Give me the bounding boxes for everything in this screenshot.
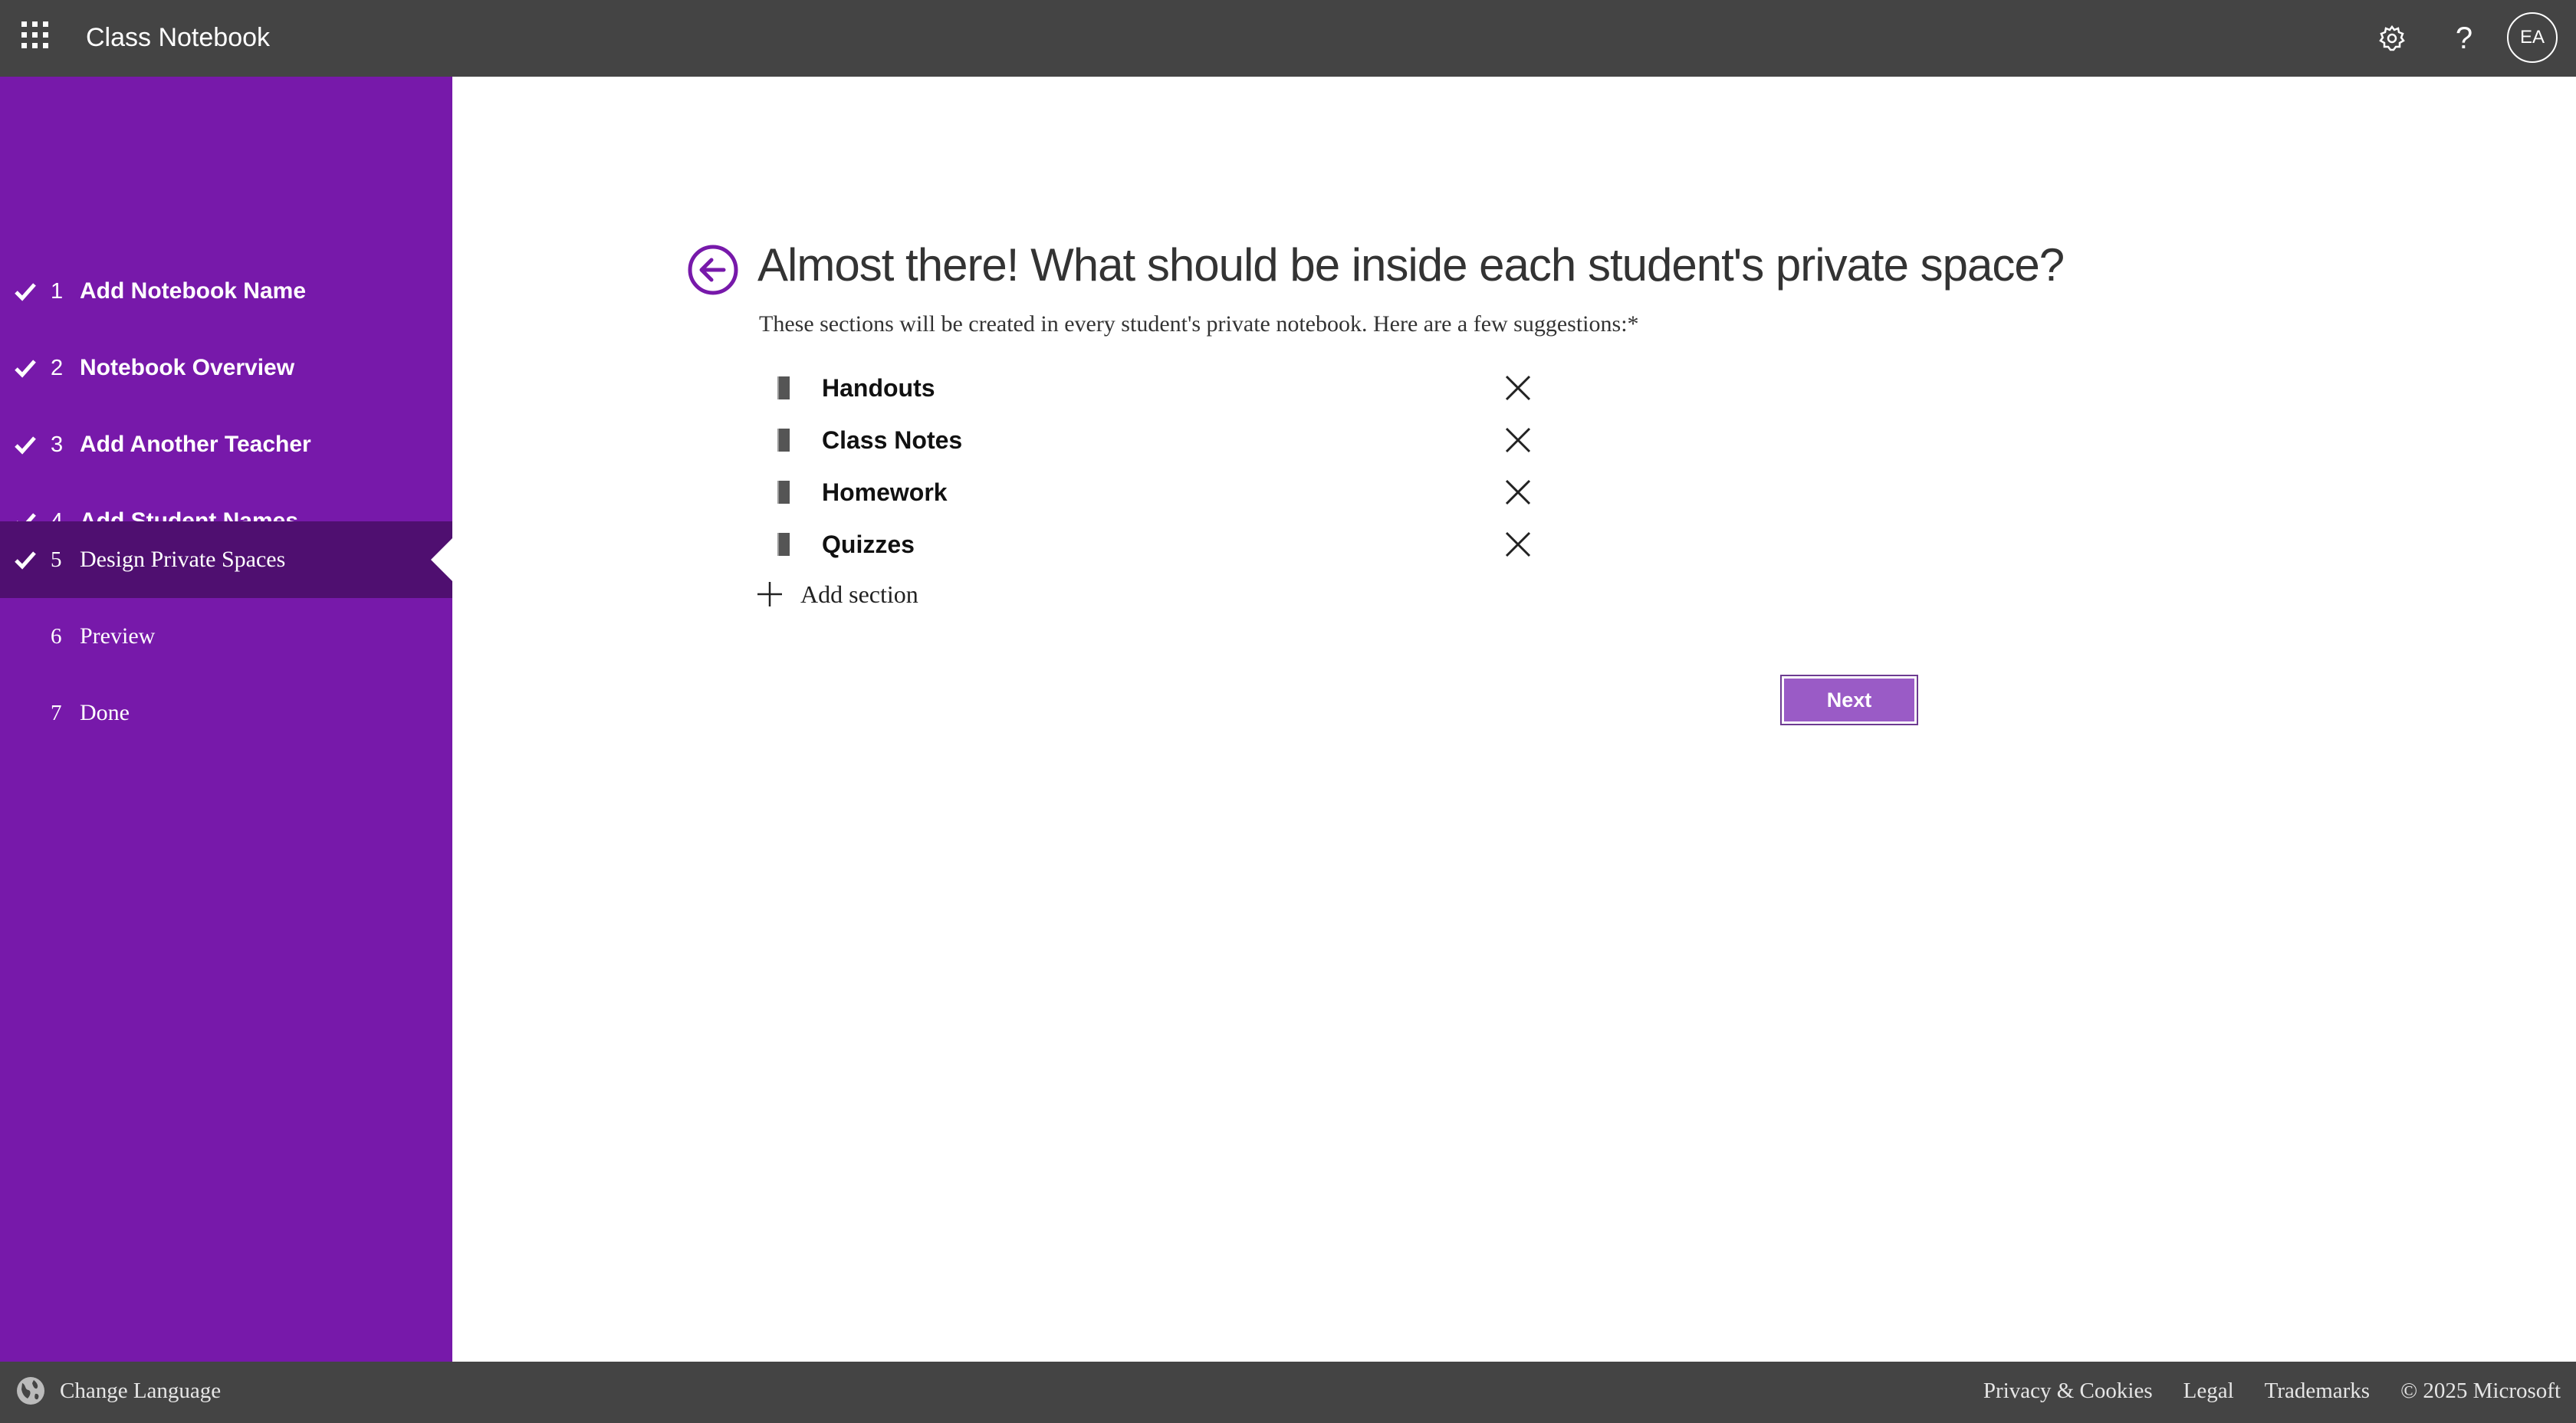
step-number: 1	[51, 278, 64, 304]
app-title: Class Notebook	[86, 23, 271, 52]
step-number: 5	[51, 547, 62, 572]
checkmark-icon	[0, 330, 51, 406]
drag-handle-icon[interactable]	[777, 533, 790, 556]
plus-icon	[757, 582, 782, 606]
step-add-another-teacher[interactable]: 3 Add Another Teacher	[0, 406, 452, 483]
step-label: Notebook Overview	[80, 355, 295, 380]
wizard-sidebar: 1 Add Notebook Name 2 Notebook Overview …	[0, 77, 452, 1362]
checkmark-icon	[0, 253, 51, 330]
copyright-text: © 2025 Microsoft	[2400, 1379, 2561, 1403]
section-name[interactable]: Handouts	[822, 374, 935, 403]
step-preview[interactable]: 6 Preview	[0, 598, 452, 675]
back-arrow-icon[interactable]	[687, 244, 739, 296]
drag-handle-icon[interactable]	[777, 429, 790, 452]
section-name[interactable]: Quizzes	[822, 531, 915, 559]
checkmark-icon	[0, 406, 51, 483]
help-glyph: ?	[2455, 21, 2473, 55]
close-icon[interactable]	[1499, 473, 1537, 511]
footer-links: Privacy & Cookies Legal Trademarks © 202…	[1953, 1379, 2561, 1404]
section-row: Quizzes	[774, 520, 1541, 569]
section-row: Handouts	[774, 363, 1541, 412]
globe-icon	[17, 1377, 44, 1405]
section-name[interactable]: Homework	[822, 478, 948, 507]
instructions-text: These sections will be created in every …	[759, 311, 1639, 337]
page-heading: Almost there! What should be inside each…	[757, 239, 2065, 291]
step-label: Design Private Spaces	[80, 547, 286, 572]
step-number: 3	[51, 432, 64, 457]
next-button[interactable]: Next	[1780, 675, 1918, 725]
close-icon[interactable]	[1499, 525, 1537, 564]
drag-handle-icon[interactable]	[777, 481, 790, 504]
checkmark-icon	[0, 521, 51, 598]
footer: Change Language Privacy & Cookies Legal …	[0, 1362, 2576, 1423]
change-language-label: Change Language	[60, 1378, 222, 1403]
drag-handle-icon[interactable]	[777, 376, 790, 399]
app-launcher-icon[interactable]	[21, 21, 49, 49]
step-label: Add Another Teacher	[80, 432, 311, 457]
gear-icon[interactable]	[2369, 15, 2415, 61]
step-number: 6	[51, 623, 62, 649]
step-label: Done	[80, 700, 130, 725]
step-number: 2	[51, 355, 64, 380]
privacy-cookies-link[interactable]: Privacy & Cookies	[1983, 1379, 2153, 1404]
step-done[interactable]: 7 Done	[0, 675, 452, 751]
step-notebook-overview[interactable]: 2 Notebook Overview	[0, 330, 452, 406]
step-design-private-spaces[interactable]: 5 Design Private Spaces	[0, 521, 452, 598]
step-number: 7	[51, 700, 62, 725]
section-row: Homework	[774, 468, 1541, 517]
add-section-label: Add section	[800, 580, 918, 608]
legal-link[interactable]: Legal	[2183, 1379, 2234, 1404]
step-add-notebook-name[interactable]: 1 Add Notebook Name	[0, 253, 452, 330]
close-icon[interactable]	[1499, 421, 1537, 459]
trademarks-link[interactable]: Trademarks	[2265, 1379, 2370, 1404]
change-language-link[interactable]: Change Language	[15, 1375, 221, 1406]
top-bar: Class Notebook ? EA	[0, 0, 2576, 77]
close-icon[interactable]	[1499, 369, 1537, 407]
step-label: Add Notebook Name	[80, 278, 307, 304]
add-section-button[interactable]: Add section	[756, 575, 918, 613]
help-icon[interactable]: ?	[2441, 15, 2487, 61]
section-name[interactable]: Class Notes	[822, 426, 962, 455]
step-label: Preview	[80, 623, 156, 649]
avatar[interactable]: EA	[2507, 12, 2558, 63]
active-step-pointer	[431, 538, 452, 581]
section-row: Class Notes	[774, 416, 1541, 465]
